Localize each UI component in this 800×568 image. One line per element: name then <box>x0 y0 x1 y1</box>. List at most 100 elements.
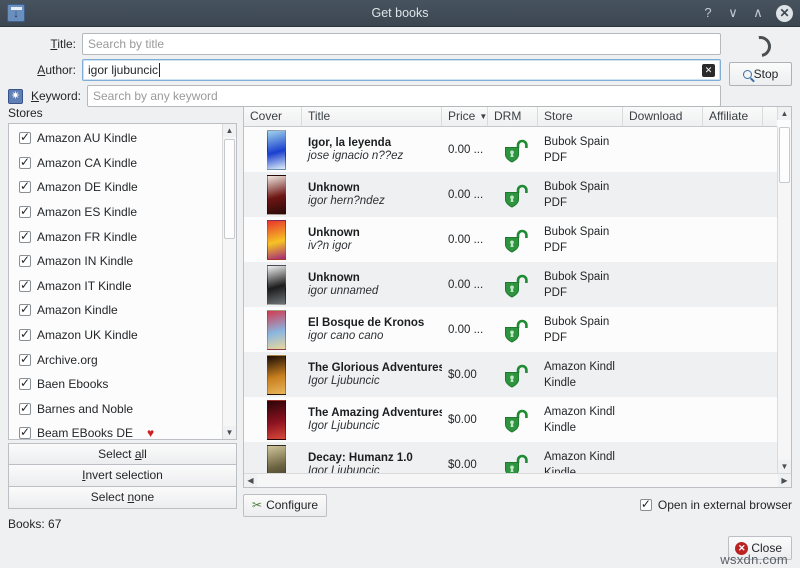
store-item[interactable]: Beam EBooks DE ♥ <box>9 421 222 440</box>
stores-selection-buttons: Select all Invert selection Select none <box>8 443 237 509</box>
stores-scroll-thumb[interactable] <box>224 139 235 239</box>
book-title: Decay: Humanz 1.0 <box>308 452 413 464</box>
scroll-right-icon[interactable]: ▶ <box>778 474 791 487</box>
table-row[interactable]: Decay: Humanz 1.0 Igor Ljubuncic $0.00 Amaz… <box>244 442 777 473</box>
table-row[interactable]: The Glorious Adventures ofIgor Ljubuncic… <box>244 352 777 397</box>
title-input[interactable]: Search by title <box>82 33 721 55</box>
book-cover-thumbnail <box>266 399 286 440</box>
drm-free-open-lock-icon <box>505 454 528 473</box>
store-item[interactable]: Amazon UK Kindle <box>9 323 222 348</box>
store-item[interactable]: Amazon ES Kindle <box>9 200 222 225</box>
column-header[interactable]: Title <box>302 107 442 126</box>
results-scroll-thumb[interactable] <box>779 127 790 183</box>
stores-scroll-track[interactable] <box>223 137 236 426</box>
configure-button[interactable]: ✂ Configure <box>243 493 328 517</box>
table-row[interactable]: Igor, la leyenda jose ignacio n??ez 0.00 .… <box>244 127 777 172</box>
keyword-placeholder: Search by any keyword <box>93 89 218 103</box>
store-cell: Amazon Kindl Kindle <box>538 361 623 389</box>
author-input[interactable]: igor ljubuncic ✕ <box>82 59 721 81</box>
store-item[interactable]: Amazon IN Kindle <box>9 249 222 274</box>
store-item[interactable]: Amazon CA Kindle <box>9 151 222 176</box>
store-item[interactable]: Amazon IT Kindle <box>9 274 222 299</box>
column-header[interactable]: Price ▼ <box>442 107 488 126</box>
store-checkbox[interactable] <box>19 352 31 366</box>
keyword-input[interactable]: Search by any keyword <box>87 85 721 107</box>
table-row[interactable]: The Amazing Adventures o Igor Ljubuncic $0… <box>244 397 777 442</box>
external-browser-option[interactable]: Open in external browser <box>639 497 792 512</box>
store-name: Bubok Spain <box>544 180 610 193</box>
column-header[interactable]: Cover <box>244 107 302 126</box>
store-checkbox[interactable] <box>19 130 31 145</box>
store-checkbox[interactable] <box>19 155 31 169</box>
configure-label: Configure <box>266 498 319 512</box>
store-item[interactable]: Amazon Kindle <box>9 298 222 323</box>
store-item-label: Beam EBooks DE <box>37 426 134 440</box>
store-checkbox[interactable] <box>19 179 31 194</box>
gear-icon[interactable] <box>8 88 23 104</box>
close-icon[interactable]: ✕ <box>776 4 793 22</box>
store-checkbox[interactable] <box>19 376 31 391</box>
drm-cell <box>488 317 538 343</box>
store-checkbox[interactable] <box>19 204 31 219</box>
table-row[interactable]: El Bosque de Kronos igor cano cano 0.00 ..… <box>244 307 777 352</box>
sort-descending-icon: ▼ <box>479 112 488 122</box>
stores-scrollbar[interactable]: ▲ ▼ <box>222 124 236 439</box>
book-price: 0.00 ... <box>448 278 484 291</box>
store-item-label: Amazon AU Kindle <box>37 131 138 146</box>
keyword-label: Keyword: <box>30 89 81 103</box>
column-header-label: Store <box>544 109 573 123</box>
search-panel: Title: Search by title Author: igor ljub… <box>0 27 800 107</box>
column-header[interactable]: Download <box>623 107 703 126</box>
store-item-label: Archive.org <box>37 352 98 367</box>
store-checkbox[interactable] <box>19 253 31 268</box>
store-checkbox[interactable] <box>19 401 31 415</box>
stop-button[interactable]: Stop <box>729 62 792 86</box>
column-header[interactable]: Store <box>538 107 623 126</box>
column-header-label: Price <box>448 109 476 123</box>
store-item-label: Amazon FR Kindle <box>37 229 138 244</box>
store-item-label: Amazon DE Kindle <box>37 180 138 195</box>
store-checkbox[interactable] <box>19 229 31 243</box>
external-browser-checkbox[interactable] <box>639 497 652 511</box>
table-row[interactable]: Unknown igor unnamed 0.00 ... Bubok Spain PD… <box>244 262 777 307</box>
stores-list[interactable]: Amazon AU Kindle Amazon CA Kindle Amazon D… <box>8 123 237 440</box>
results-hscrollbar[interactable]: ◀ ▶ <box>244 473 791 487</box>
book-title: The Glorious Adventures of <box>308 362 442 374</box>
book-format: PDF <box>544 151 567 164</box>
scroll-up-icon[interactable]: ▲ <box>223 124 236 137</box>
stop-button-label: Stop <box>753 67 779 81</box>
search-magnifier-icon <box>742 69 752 79</box>
store-item[interactable]: Amazon DE Kindle <box>9 175 222 200</box>
clear-x-icon[interactable]: ✕ <box>702 63 715 77</box>
results-scrollbar[interactable]: ▼ <box>777 127 791 473</box>
results-scroll-down-icon[interactable]: ▼ <box>778 460 791 473</box>
store-item[interactable]: Barnes and Noble <box>9 397 222 422</box>
scroll-left-icon[interactable]: ◀ <box>244 474 257 487</box>
select-all-button[interactable]: Select all <box>8 443 237 465</box>
table-row[interactable]: Unknown igor hern?ndez 0.00 ... Bubok Spain… <box>244 172 777 217</box>
chevron-down-icon[interactable]: ∨ <box>726 6 740 20</box>
scroll-down-icon[interactable]: ▼ <box>223 426 236 439</box>
store-item[interactable]: Archive.org <box>9 347 222 372</box>
favorite-heart-icon: ♥ <box>147 426 155 440</box>
help-icon[interactable]: ? <box>701 6 715 20</box>
store-checkbox[interactable] <box>19 302 31 317</box>
store-item[interactable]: Baen Ebooks <box>9 372 222 397</box>
table-row[interactable]: Unknown iv?n igor 0.00 ... Bubok Spain PDF <box>244 217 777 262</box>
results-scroll-up-icon[interactable]: ▲ <box>777 107 791 120</box>
results-column-headers: Cover Title Price ▼ DRM Store Download Affiliat… <box>244 107 777 127</box>
select-none-button[interactable]: Select none <box>8 487 237 509</box>
results-hscroll-track[interactable] <box>257 474 778 487</box>
chevron-up-icon[interactable]: ∧ <box>751 6 765 20</box>
store-checkbox[interactable] <box>19 425 31 439</box>
column-header[interactable]: DRM <box>488 107 538 126</box>
book-price: $0.00 <box>448 413 477 426</box>
column-header-label: DRM <box>494 109 522 123</box>
store-item[interactable]: Amazon AU Kindle <box>9 126 222 151</box>
store-checkbox[interactable] <box>19 278 31 292</box>
store-item[interactable]: Amazon FR Kindle <box>9 224 222 249</box>
store-checkbox[interactable] <box>19 327 31 342</box>
column-header[interactable]: Affiliate <box>703 107 763 126</box>
invert-selection-button[interactable]: Invert selection <box>8 465 237 487</box>
results-scroll-track[interactable] <box>778 127 791 460</box>
